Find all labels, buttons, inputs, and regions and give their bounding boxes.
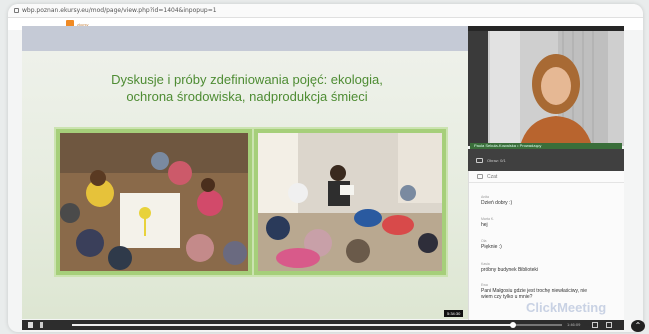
- clickmeeting-watermark: ClickMeeting: [526, 300, 607, 315]
- chat-message: Ewa Pani Małgosiu gdzie jest trochę niew…: [481, 283, 587, 300]
- seek-bar[interactable]: [72, 322, 562, 328]
- chat-message: Kasia próbny budynek Biblioteki: [481, 262, 538, 273]
- chat-header[interactable]: Czat: [469, 171, 624, 183]
- picture-in-picture-icon[interactable]: [592, 322, 598, 328]
- address-bar[interactable]: wbp.poznan.ekursy.eu/mod/page/view.php?i…: [8, 4, 643, 18]
- camera-icon[interactable]: [476, 157, 483, 163]
- chat-message: Anita Dzień dobry :): [481, 195, 512, 206]
- chat-text: Dzień dobry :): [481, 200, 513, 206]
- slide-title-line-1: Dyskusje i próby zdefiniowania pojęć: ek…: [111, 72, 383, 87]
- slide-title: Dyskusje i próby zdefiniowania pojęć: ek…: [52, 71, 442, 105]
- chat-panel: Czat Anita Dzień dobry :) Marta K. hej O…: [468, 171, 624, 321]
- chat-title: Czat: [487, 173, 498, 180]
- chevron-up-icon: ⌃: [634, 321, 642, 330]
- duration-text: 1:46:09: [567, 322, 581, 327]
- chat-message: Marta K. hej: [481, 217, 494, 228]
- chat-message: Ola Pięknie :): [481, 239, 502, 250]
- seek-time-tooltip: 5:34:30: [444, 310, 464, 317]
- camera-label: Obraz: 0/1: [487, 157, 506, 163]
- classroom-photo-left: [56, 129, 252, 275]
- chat-text: próbny budynek Biblioteki: [481, 267, 538, 273]
- slide-top-band: [22, 26, 468, 51]
- scroll-up-button[interactable]: ⌃: [631, 320, 645, 332]
- slide-title-line-2: ochrona środowiska, nadprodukcja śmieci: [126, 89, 368, 104]
- play-icon[interactable]: [28, 322, 33, 328]
- chat-text: hej: [481, 222, 488, 228]
- chat-bubble-icon: [477, 174, 483, 179]
- presenter-webcam: [468, 26, 624, 146]
- presentation-slide: Dyskusje i próby zdefiniowania pojęć: ek…: [22, 51, 468, 319]
- seek-progress: [72, 324, 513, 326]
- chat-text: Pięknie :): [481, 244, 502, 250]
- volume-icon[interactable]: [40, 322, 46, 328]
- webcam-controls: Obraz: 0/1: [468, 149, 624, 171]
- url-text: wbp.poznan.ekursy.eu/mod/page/view.php?i…: [22, 7, 217, 14]
- classroom-photo-right: [254, 129, 446, 275]
- seek-handle[interactable]: [510, 322, 516, 328]
- fullscreen-icon[interactable]: [606, 322, 612, 328]
- lock-icon: [14, 8, 19, 13]
- video-player-bar: 1:46:09: [22, 320, 624, 330]
